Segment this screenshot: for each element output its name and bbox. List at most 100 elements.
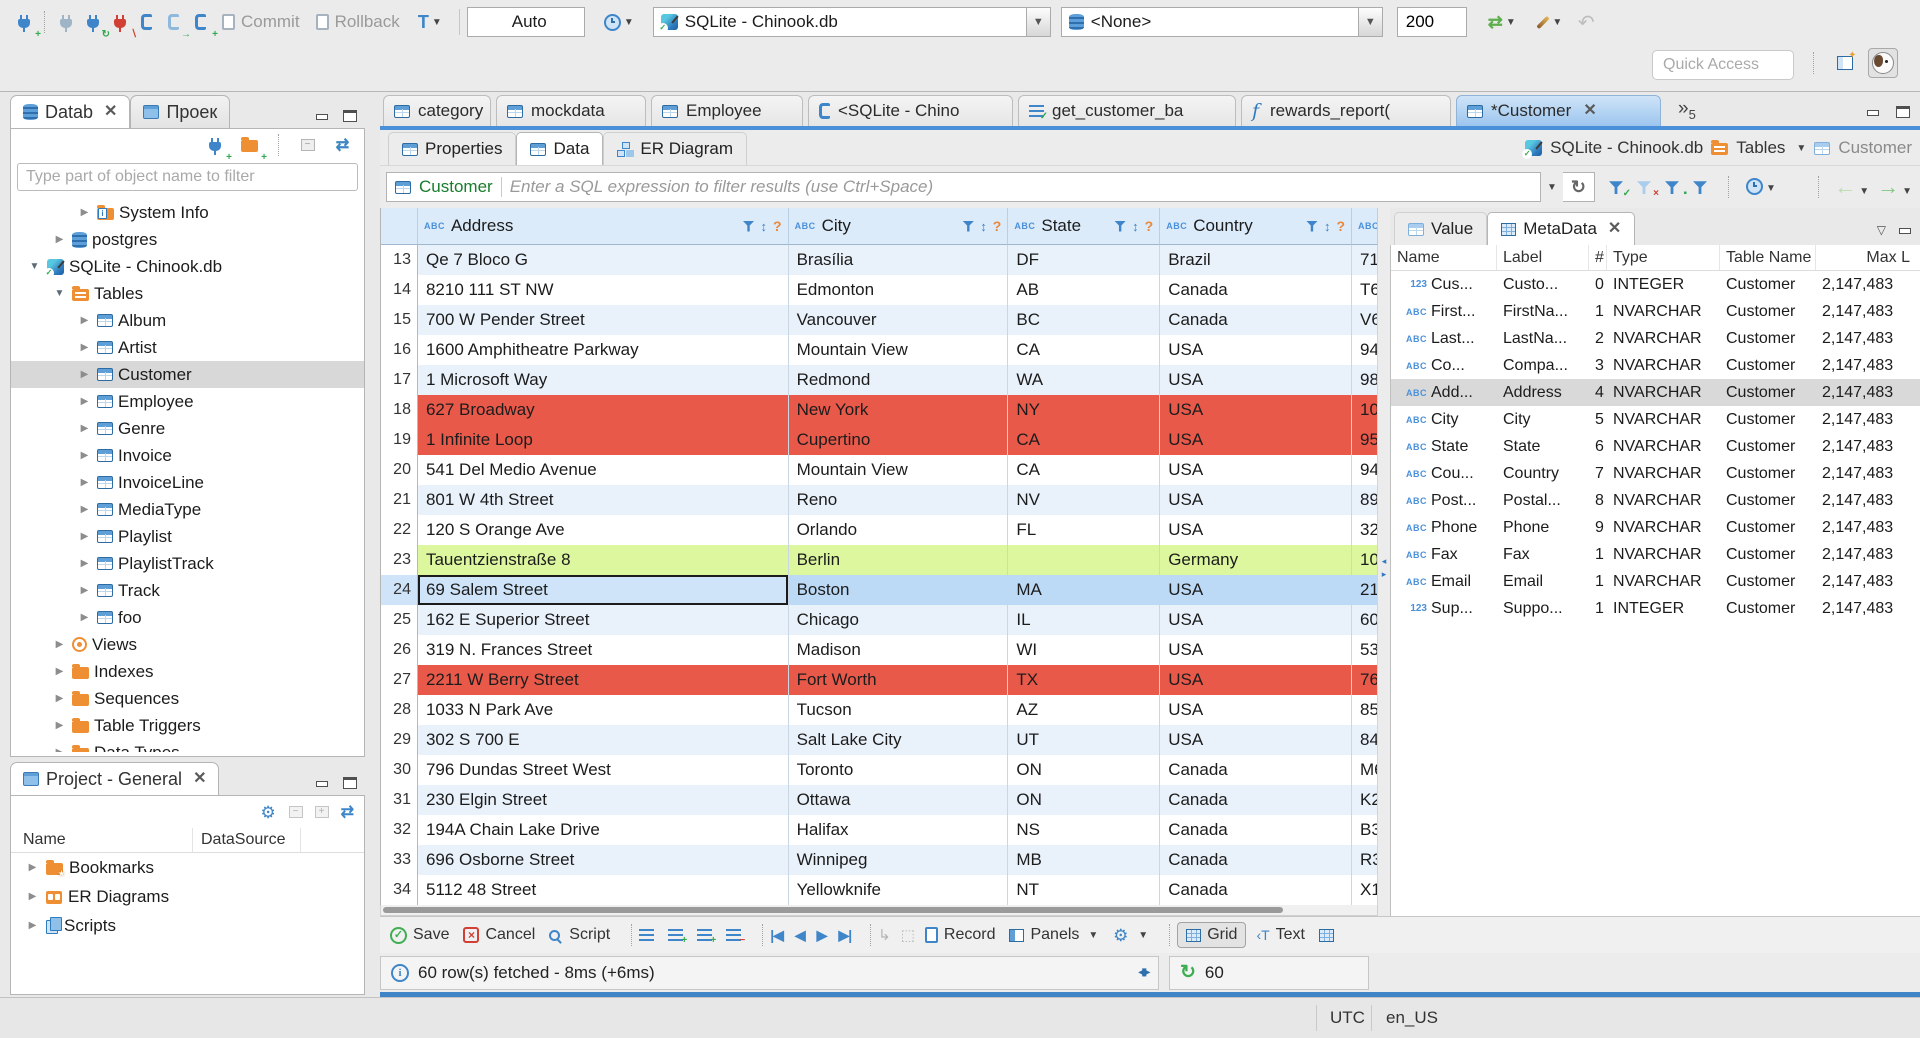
cell-city[interactable]: Orlando <box>789 515 1009 545</box>
sql-editor-button[interactable] <box>133 9 160 36</box>
cell-state[interactable]: WA <box>1008 365 1161 395</box>
fit-columns-icon[interactable]: ◂▮▸ <box>1138 967 1149 978</box>
maximize-icon[interactable] <box>343 110 357 122</box>
tab-projects[interactable]: Проек <box>130 95 231 128</box>
tree-arrow-icon[interactable]: ▶ <box>77 531 92 542</box>
tree-item-postgres[interactable]: ▶ postgres <box>11 226 364 253</box>
tree-arrow-icon[interactable]: ▶ <box>77 558 92 569</box>
meta-row-lastna-[interactable]: ABC Last... LastNa... 2 NVARCHAR Customer 2,14… <box>1391 325 1920 352</box>
cell-city[interactable]: New York <box>788 395 1009 425</box>
cell-country[interactable]: Canada <box>1160 845 1353 875</box>
cell-state[interactable]: NT <box>1008 875 1161 905</box>
tree-arrow-icon[interactable]: ▶ <box>25 920 40 931</box>
tree-item-playlist[interactable]: ▶ Playlist <box>11 523 364 550</box>
close-icon[interactable]: ✕ <box>193 771 206 787</box>
editor-tab-employee[interactable]: Employee <box>651 95 803 126</box>
connection-combo[interactable]: SQLite - Chinook.db ▼ <box>652 7 1051 37</box>
meta-row-country[interactable]: ABC Cou... Country 7 NVARCHAR Customer 2,147,4… <box>1391 460 1920 487</box>
cell-postal[interactable]: R3 <box>1352 845 1378 875</box>
save-filter-button[interactable]: ▪ <box>1665 179 1687 199</box>
tree-item-data-types[interactable]: ▶ Data Types <box>11 739 364 752</box>
link-arrows-icon[interactable]: ⇄ <box>341 802 354 822</box>
editor-tab-rewards-report-[interactable]: f rewards_report( <box>1241 95 1451 126</box>
cell-state[interactable] <box>1008 545 1161 575</box>
breadcrumb-container[interactable]: Tables <box>1736 138 1785 158</box>
filter-funnel-icon[interactable] <box>742 220 755 232</box>
tab-metadata[interactable]: MetaData ✕ <box>1487 212 1636 245</box>
breadcrumb-entity[interactable]: Customer <box>1838 138 1912 158</box>
filter-funnel-icon[interactable] <box>1305 220 1318 232</box>
cell-state[interactable]: CA <box>1008 335 1161 365</box>
cell-state[interactable]: IL <box>1008 605 1161 635</box>
cell-country[interactable]: USA <box>1160 695 1353 725</box>
cell-address[interactable]: 162 E Superior Street <box>417 605 789 635</box>
cell-state[interactable]: NY <box>1008 395 1161 425</box>
meta-row-compa-[interactable]: ABC Co... Compa... 3 NVARCHAR Customer 2,147,4… <box>1391 352 1920 379</box>
cell-address[interactable]: 230 Elgin Street <box>417 785 789 815</box>
cell-country[interactable]: Canada <box>1160 875 1353 905</box>
cell-country[interactable]: USA <box>1160 485 1353 515</box>
cell-address[interactable]: 302 S 700 E <box>417 725 789 755</box>
tree-item-mediatype[interactable]: ▶ MediaType <box>11 496 364 523</box>
cell-country[interactable]: Germany <box>1160 545 1353 575</box>
cell-city[interactable]: Ottawa <box>788 785 1009 815</box>
cell-city[interactable]: Mountain View <box>789 455 1009 485</box>
row-number[interactable]: 29 <box>381 725 418 755</box>
duplicate-row-button[interactable]: + <box>697 928 716 945</box>
row-number[interactable]: 20 <box>381 455 418 485</box>
tree-arrow-icon[interactable]: ▼ <box>52 288 67 299</box>
cell-address[interactable]: 801 W 4th Street <box>417 485 789 515</box>
meta-column-header-name[interactable]: Name <box>1391 245 1497 270</box>
edit-cell-button[interactable] <box>639 928 655 942</box>
auto-sync-button[interactable]: ⇄ ▼ <box>1477 9 1527 36</box>
sort-icon[interactable]: ↕ <box>1132 219 1139 234</box>
auto-refresh-box[interactable]: ↻ 60 <box>1169 955 1369 990</box>
view-menu-icon[interactable]: ▽ <box>1877 223 1886 237</box>
tree-item-table-triggers[interactable]: ▶ Table Triggers <box>11 712 364 739</box>
cell-postal[interactable]: 89 <box>1352 485 1378 515</box>
cell-city[interactable]: Toronto <box>789 755 1009 785</box>
cell-postal[interactable]: 10 <box>1352 545 1378 575</box>
row-number[interactable]: 19 <box>381 425 418 455</box>
cell-country[interactable]: USA <box>1160 725 1353 755</box>
tree-arrow-icon[interactable]: ▶ <box>77 585 92 596</box>
cell-country[interactable]: USA <box>1160 605 1353 635</box>
cell-city[interactable]: Mountain View <box>789 335 1009 365</box>
transaction-log-button[interactable]: T ▼ <box>408 9 452 36</box>
minimize-icon[interactable] <box>1898 224 1912 236</box>
cell-state[interactable]: MB <box>1008 845 1161 875</box>
breadcrumb-connection[interactable]: SQLite - Chinook.db <box>1550 138 1703 158</box>
cell-country[interactable]: Canada <box>1160 785 1353 815</box>
cell-state[interactable]: MA <box>1008 575 1161 605</box>
cell-state[interactable]: BC <box>1008 305 1161 335</box>
row-number[interactable]: 23 <box>381 545 418 575</box>
cell-state[interactable]: FL <box>1008 515 1161 545</box>
cell-country[interactable]: USA <box>1160 365 1353 395</box>
meta-column-header-max-l[interactable]: Max L <box>1816 245 1916 270</box>
cell-address[interactable]: 5112 48 Street <box>418 875 789 905</box>
cell-state[interactable]: CA <box>1008 425 1161 455</box>
row-number[interactable]: 33 <box>381 845 418 875</box>
combo-dropdown-button[interactable]: ▼ <box>1025 8 1050 36</box>
cell-postal[interactable]: 98 <box>1352 365 1378 395</box>
quick-access-input[interactable] <box>1652 50 1794 80</box>
cell-state[interactable]: AZ <box>1008 695 1161 725</box>
apply-filter-button[interactable]: ✓ <box>1609 179 1631 199</box>
cell-postal[interactable]: 53 <box>1352 635 1378 665</box>
tree-item-indexes[interactable]: ▶ Indexes <box>11 658 364 685</box>
cell-postal[interactable]: K2 <box>1352 785 1378 815</box>
column-header-extra[interactable]: ABC <box>1352 208 1378 245</box>
tree-item-tables[interactable]: ▼ Tables <box>11 280 364 307</box>
cell-city[interactable]: Chicago <box>788 605 1009 635</box>
cell-country[interactable]: USA <box>1160 575 1353 605</box>
tab-er-diagram[interactable]: ER Diagram <box>603 132 747 165</box>
row-number[interactable]: 17 <box>381 365 418 395</box>
panels-button[interactable]: Panels ▼ <box>1009 926 1098 944</box>
row-number[interactable]: 31 <box>381 785 418 815</box>
tree-item-track[interactable]: ▶ Track <box>11 577 364 604</box>
custom-filter-button[interactable] <box>1693 179 1711 195</box>
tree-arrow-icon[interactable]: ▶ <box>52 693 67 704</box>
tree-item-system-info[interactable]: ▶ System Info <box>11 199 364 226</box>
tab-overflow-button[interactable]: »5 <box>1678 98 1696 122</box>
text-view-button[interactable]: ‹T Text <box>1256 926 1305 944</box>
